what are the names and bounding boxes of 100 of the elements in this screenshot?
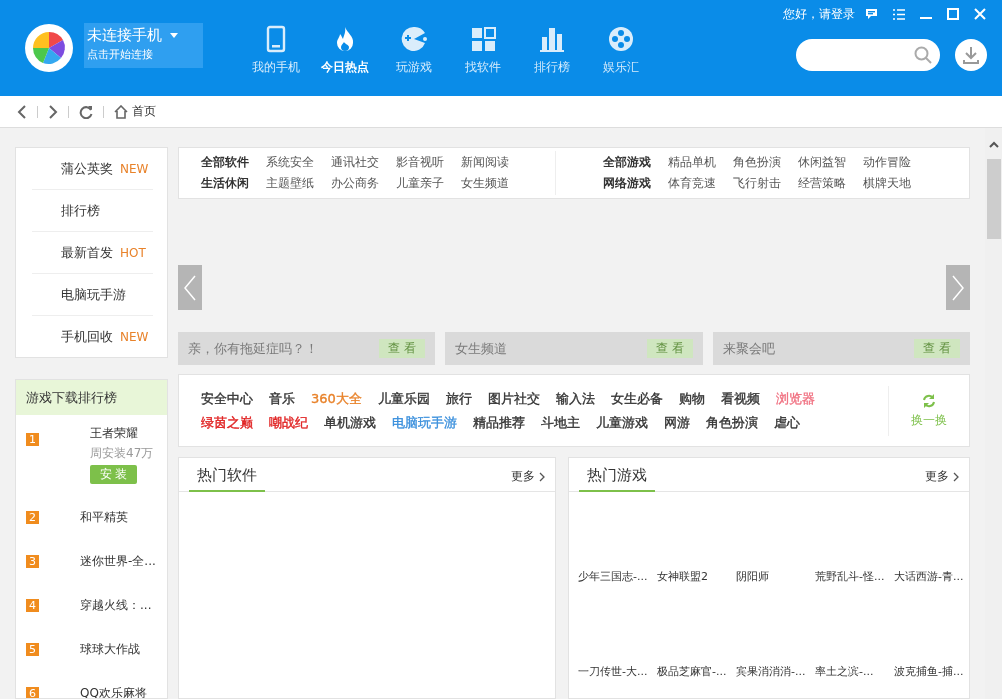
category-link[interactable]: 动作冒险 [863,154,911,171]
category-link[interactable]: 经营策略 [798,175,846,192]
install-count: 周安装47万 [90,445,154,462]
category-link[interactable]: 精品单机 [668,154,716,171]
tag-link[interactable]: 女生必备 [610,389,663,408]
maximize-icon[interactable] [947,8,959,20]
category-link[interactable]: 生活休闲 [201,175,249,192]
app-name[interactable]: 大话西游-青... [894,569,969,584]
category-link[interactable]: 角色扮演 [733,154,781,171]
game-name[interactable]: 王者荣耀 [90,425,154,442]
back-icon[interactable] [17,104,27,119]
tag-link[interactable]: 安全中心 [201,389,253,408]
game-name[interactable]: 和平精英 [80,508,128,526]
rank-number: 4 [26,598,39,612]
status-label: NEW [120,329,149,344]
category-link[interactable]: 儿童亲子 [396,175,444,192]
status-label: NEW [120,161,149,176]
home-icon[interactable] [114,104,128,119]
section-tab[interactable]: 热门软件 [189,466,265,492]
refresh-icon [921,392,937,409]
category-link[interactable]: 全部游戏 [603,154,651,171]
status-label: HOT [120,245,146,260]
rank-number: 6 [26,686,39,698]
promo-text: 亲，你有拖延症吗？！ [188,339,318,358]
category-link[interactable]: 主题壁纸 [266,175,314,192]
app-name[interactable]: 阴阳师 [736,569,811,584]
tag-link[interactable]: 精品推荐 [473,413,525,432]
bar-chart-icon [538,25,566,53]
close-icon[interactable] [974,8,986,20]
app-name[interactable]: 女神联盟2 [657,569,732,584]
app-name[interactable]: 一刀传世-大... [578,664,653,679]
game-name[interactable]: 穿越火线：... [80,596,152,614]
tag-link[interactable]: 角色扮演 [706,413,758,432]
app-name[interactable]: 宾果消消消-... [736,664,811,679]
tag-link[interactable]: 电脑玩手游 [392,413,457,432]
category-link[interactable]: 飞行射击 [733,175,781,192]
tag-link[interactable]: 绿茵之巅 [201,413,253,432]
category-link[interactable]: 系统安全 [266,154,314,171]
chevron-icon [539,471,545,482]
tag-link[interactable]: 儿童游戏 [596,413,648,432]
scroll-up-icon[interactable] [988,141,999,149]
category-link[interactable]: 通讯社交 [331,154,379,171]
category-link[interactable]: 影音视听 [396,154,444,171]
game-icon [400,25,428,53]
menu-item[interactable]: 手机回收 [61,327,113,346]
search-field[interactable] [796,39,940,71]
category-link[interactable]: 休闲益智 [798,154,846,171]
promo-text: 女生频道 [455,339,508,358]
app-name[interactable]: 极品芝麻官-... [657,664,732,679]
grid-icon [469,25,497,53]
tag-link[interactable]: 输入法 [555,389,595,408]
tag-link[interactable]: 旅行 [445,389,472,408]
app-name[interactable]: 率土之滨-... [815,664,890,679]
app-name[interactable]: 波克捕鱼-捕... [894,664,969,679]
tag-link[interactable]: 虐心 [774,413,800,432]
tag-link[interactable]: 看视频 [720,389,760,408]
category-link[interactable]: 办公商务 [331,175,379,192]
rank-number: 1 [26,433,39,446]
more-link[interactable]: 更多 [925,468,959,485]
tag-link[interactable]: 嘲战纪 [269,413,308,432]
refresh-icon[interactable] [79,104,93,119]
chat-icon[interactable] [865,8,878,20]
chevron-icon [953,471,959,482]
tag-link[interactable]: 斗地主 [541,413,580,432]
category-link[interactable]: 棋牌天地 [863,175,911,192]
login-link[interactable]: 您好，请登录 [783,5,855,23]
menu-icon[interactable] [893,8,905,20]
app-name[interactable]: 荒野乱斗-怪... [815,569,890,584]
tag-link[interactable]: 音乐 [269,389,295,408]
menu-item[interactable]: 电脑玩手游 [61,285,126,304]
tag-link[interactable]: 单机游戏 [324,413,376,432]
menu-item[interactable]: 排行榜 [61,201,100,220]
game-name[interactable]: QQ欢乐麻将 [80,684,147,698]
category-link[interactable]: 全部软件 [201,154,249,171]
tag-link[interactable]: 儿童乐园 [377,389,430,408]
more-link[interactable]: 更多 [511,468,545,485]
rank-number: 5 [26,642,39,656]
promo-text: 来聚会吧 [722,339,775,358]
breadcrumb-link[interactable]: 首页 [132,103,156,120]
tag-link[interactable]: 网游 [664,413,690,432]
download-icon[interactable] [955,39,987,71]
section-tab[interactable]: 热门游戏 [579,466,655,492]
rank-number: 3 [26,554,39,568]
menu-item[interactable]: 最新首发 [61,243,113,262]
game-name[interactable]: 球球大作战 [80,640,140,658]
category-link[interactable]: 女生频道 [461,175,509,192]
category-link[interactable]: 新闻阅读 [461,154,509,171]
search-icon[interactable] [914,46,932,64]
ranking-title: 游戏下载排行榜 [16,380,167,415]
game-name[interactable]: 迷你世界-全... [80,552,156,570]
category-link[interactable]: 网络游戏 [603,175,651,192]
category-link[interactable]: 体育竞速 [668,175,716,192]
tag-link[interactable]: 图片社交 [487,389,540,408]
scroll-thumb[interactable] [986,159,1001,239]
app-name[interactable]: 少年三国志-... [578,569,653,584]
forward-icon[interactable] [48,104,58,119]
nav-tab[interactable]: 今日热点 [316,25,374,76]
tag-link[interactable]: 购物 [678,389,705,408]
menu-item[interactable]: 蒲公英奖 [61,159,113,178]
app-logo-icon[interactable] [25,24,73,72]
